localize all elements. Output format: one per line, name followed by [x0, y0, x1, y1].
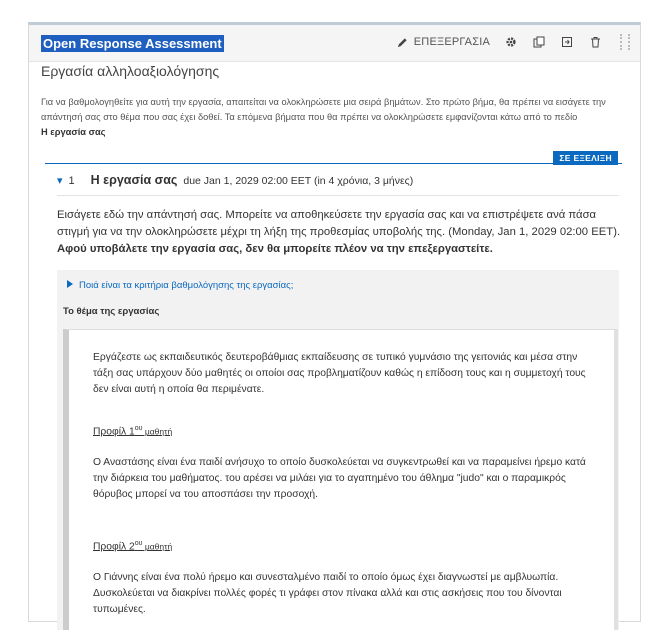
caret-right-icon: [67, 280, 73, 291]
assessment-subtitle: Εργασία αλληλοαξιολόγησης: [41, 63, 220, 79]
profile-1-text: Ο Αναστάσης είναι ένα παιδί ανήσυχο το ο…: [93, 457, 586, 500]
step-toggle-icon[interactable]: ▾: [57, 174, 63, 187]
step-divider: [45, 163, 622, 164]
profile-2-text: Ο Γιάννης είναι ένα πολύ ήρεμο και συνεσ…: [93, 572, 562, 615]
block-title: Open Response Assessment: [41, 35, 224, 52]
edit-button[interactable]: ΕΠΕΞΕΡΓΑΣΙΑ: [396, 35, 490, 49]
prompt-intro: Εργάζεστε ως εκπαιδευτικός δευτεροβάθμια…: [93, 352, 586, 395]
instructions-text: Για να βαθμολογηθείτε για αυτή την εργασ…: [41, 97, 606, 122]
xblock-container: Open Response Assessment ΕΠΕΞΕΡΓΑΣΙΑ Εργ…: [28, 22, 641, 630]
move-icon[interactable]: [560, 35, 574, 49]
step-instructions: Εισάγετε εδώ την απάντησή σας. Μπορείτε …: [57, 207, 627, 258]
profile-2-heading: Προφίλ 2ου μαθητή: [93, 540, 172, 552]
block-header: Open Response Assessment ΕΠΕΞΕΡΓΑΣΙΑ: [29, 25, 640, 62]
step-number: 1: [68, 175, 75, 187]
step-header-divider: [57, 195, 619, 196]
assessment-instructions: Για να βαθμολογηθείτε για αυτή την εργασ…: [41, 95, 633, 140]
gear-icon[interactable]: [504, 35, 518, 49]
profile-1-suffix: μαθητή: [142, 426, 173, 437]
step-instructions-text: Εισάγετε εδώ την απάντησή σας. Μπορείτε …: [57, 209, 621, 238]
rubric-panel: Ποιά είναι τα κριτήρια βαθμολόγησης της …: [57, 270, 619, 630]
drag-handle-icon[interactable]: [620, 34, 630, 50]
trash-icon[interactable]: [588, 35, 602, 49]
rubric-criteria-toggle[interactable]: Ποιά είναι τα κριτήρια βαθμολόγησης της …: [67, 280, 293, 291]
profile-2-label: Προφίλ 2: [93, 541, 135, 553]
step-header[interactable]: ▾ 1 Η εργασία σας due Jan 1, 2029 02:00 …: [57, 173, 413, 187]
profile-1-label: Προφίλ 1: [93, 426, 135, 438]
edit-label: ΕΠΕΞΕΡΓΑΣΙΑ: [413, 36, 490, 48]
pencil-icon: [396, 35, 410, 49]
step-due-date: due Jan 1, 2029 02:00 EET (in 4 χρόνια, …: [183, 175, 414, 187]
profile-1-heading: Προφίλ 1ου μαθητή: [93, 425, 172, 437]
profile-2-suffix: μαθητή: [142, 541, 173, 552]
step-title: Η εργασία σας: [90, 173, 178, 187]
instructions-bold-field: Η εργασία σας: [41, 127, 106, 137]
rubric-criteria-label: Ποιά είναι τα κριτήρια βαθμολόγησης της …: [79, 280, 294, 291]
duplicate-icon[interactable]: [532, 35, 546, 49]
prompt-heading: Το θέμα της εργασίας: [63, 306, 160, 317]
block-toolbar: ΕΠΕΞΕΡΓΑΣΙΑ: [396, 34, 630, 50]
prompt-box: Εργάζεστε ως εκπαιδευτικός δευτεροβάθμια…: [63, 329, 618, 630]
step-warning: Αφού υποβάλετε την εργασία σας, δεν θα μ…: [57, 243, 493, 255]
